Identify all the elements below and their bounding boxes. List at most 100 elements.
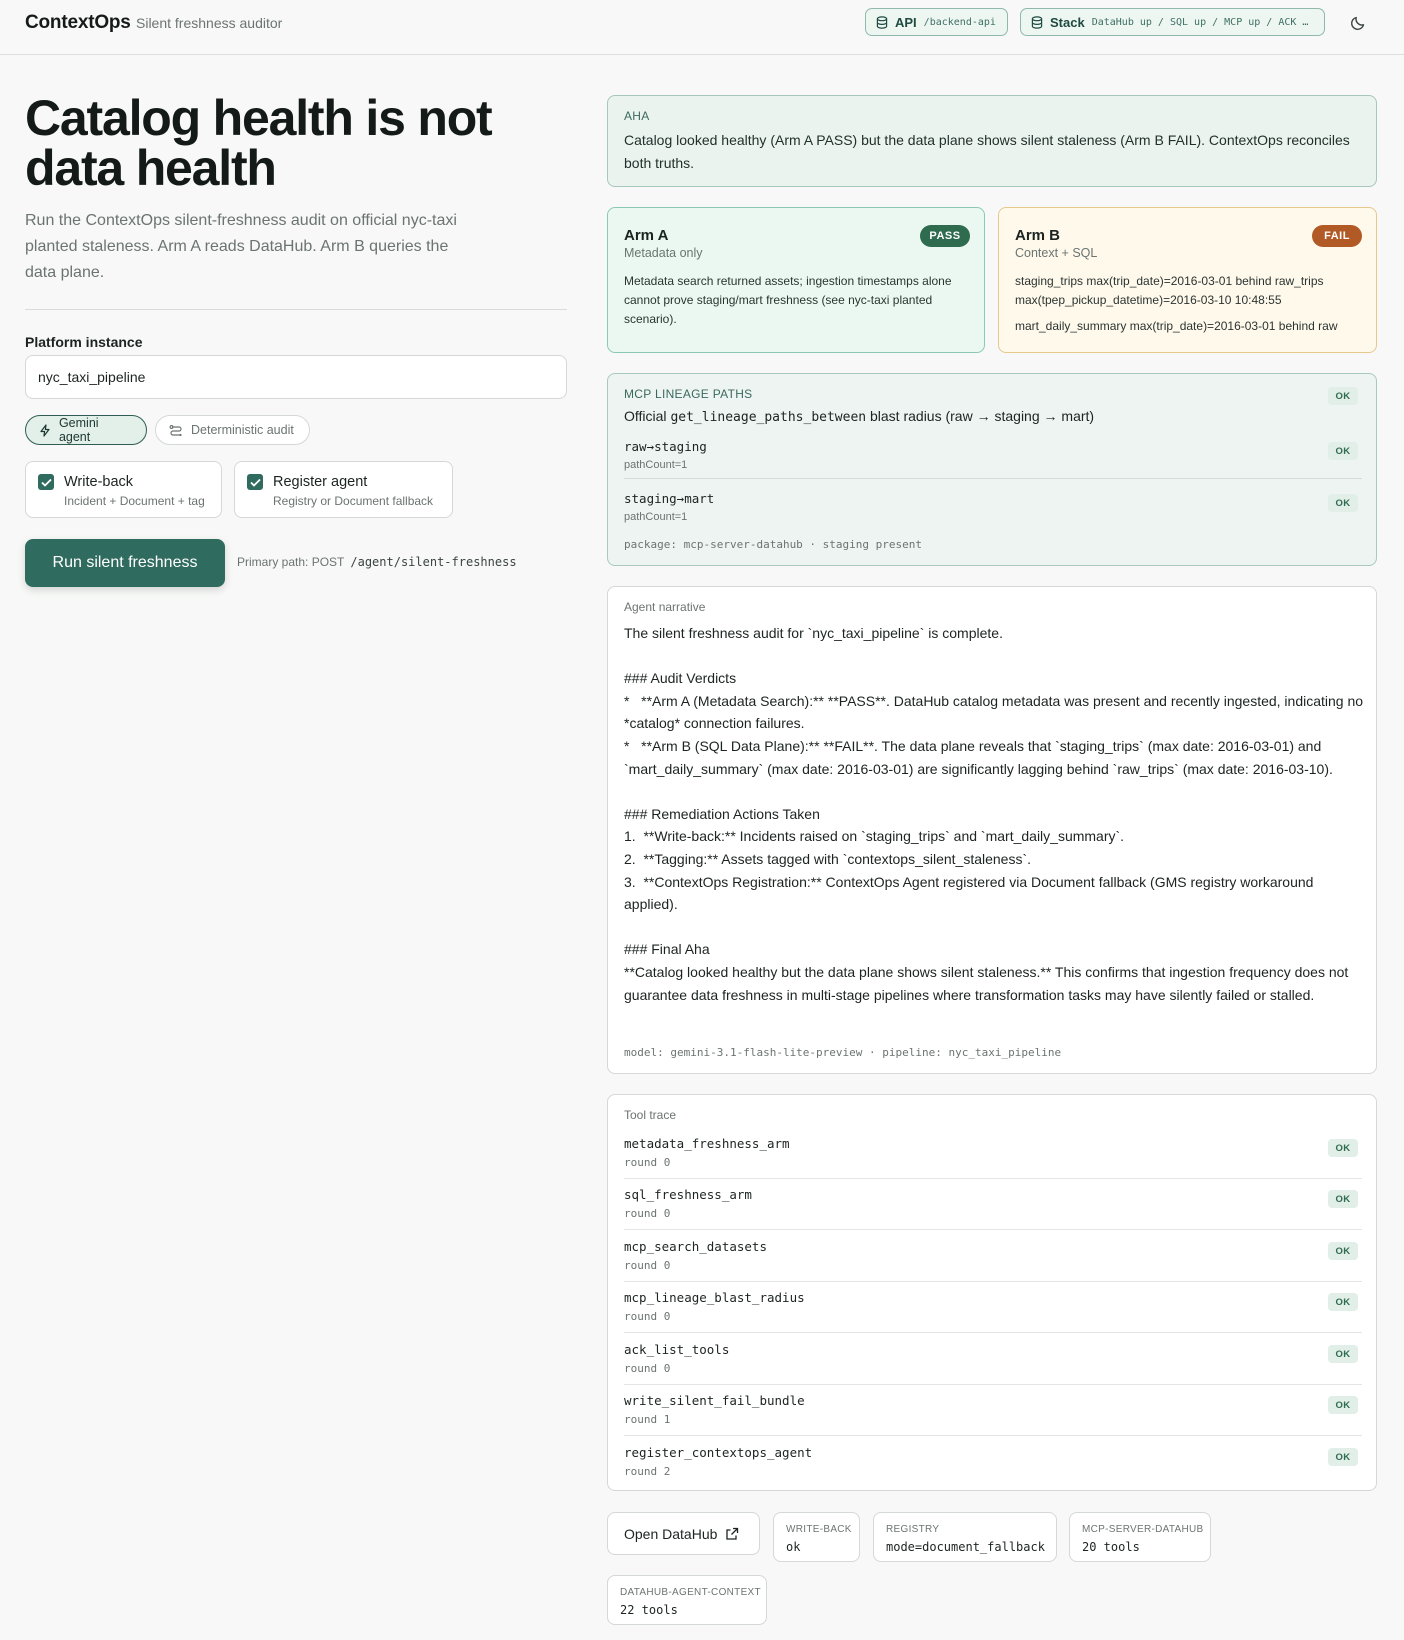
arm-a-text: Metadata search returned assets; ingesti…: [624, 274, 952, 326]
page-title: Catalog health is not data health: [25, 90, 493, 196]
write-back-subtitle: Incident + Document + tag: [64, 494, 205, 508]
registry-tile: REGISTRY mode=document_fallback: [873, 1512, 1057, 1562]
brand-subtitle: Silent freshness auditor: [136, 15, 283, 31]
checkbox-checked-icon[interactable]: [38, 474, 54, 490]
lightning-icon: [40, 423, 50, 437]
status-badge: OK: [1328, 494, 1358, 512]
write-back-title: Write-back: [64, 474, 134, 490]
narrative-body: The silent freshness audit for `nyc_taxi…: [624, 625, 1364, 1003]
status-badge: OK: [1328, 1190, 1358, 1208]
arm-b-card: Arm B Context + SQL FAIL staging_trips m…: [998, 207, 1377, 353]
mode-gemini-label: Gemini agent: [58, 416, 99, 444]
arm-b-title: Arm B: [1015, 227, 1061, 244]
open-datahub-button[interactable]: Open DataHub: [607, 1512, 760, 1555]
trace-round: round 1: [624, 1413, 671, 1426]
divider: [624, 478, 1362, 479]
register-agent-checkbox[interactable]: Register agent Registry or Document fall…: [234, 461, 453, 518]
status-badge: OK: [1328, 387, 1358, 405]
mode-deterministic-audit[interactable]: Deterministic audit: [155, 415, 310, 445]
primary-path-value: /agent/silent-freshness: [350, 555, 517, 569]
lineage-row: raw→staging pathCount=1 OK: [624, 439, 1362, 489]
divider: [624, 1384, 1362, 1385]
moon-icon[interactable]: [1349, 12, 1369, 32]
tile-key: MCP-SERVER-DATAHUB: [1082, 1524, 1204, 1535]
mcp-server-datahub-tile: MCP-SERVER-DATAHUB 20 tools: [1069, 1512, 1211, 1562]
database-icon: [876, 15, 888, 29]
register-agent-title: Register agent: [273, 474, 368, 490]
aha-card: AHA Catalog looked healthy (Arm A PASS) …: [607, 95, 1377, 187]
write-back-checkbox[interactable]: Write-back Incident + Document + tag: [25, 461, 222, 518]
arm-a-title: Arm A: [624, 227, 669, 244]
lineage-heading: MCP LINEAGE PATHS: [624, 387, 753, 401]
trace-row: metadata_freshness_arm round 0 OK: [624, 1136, 1362, 1188]
divider: [624, 1435, 1362, 1436]
arm-a-card: Arm A Metadata only PASS Metadata search…: [607, 207, 985, 353]
checkbox-checked-icon[interactable]: [247, 474, 263, 490]
narrative-footer: model: gemini-3.1-flash-lite-preview · p…: [624, 1046, 1062, 1059]
trace-row: mcp_lineage_blast_radius round 0 OK: [624, 1290, 1362, 1342]
fail-badge: FAIL: [1312, 225, 1362, 247]
lineage-row-count: pathCount=1: [624, 459, 688, 471]
tool-trace-card: Tool trace metadata_freshness_arm round …: [607, 1094, 1377, 1491]
trace-round: round 0: [624, 1156, 671, 1169]
tile-value: ok: [786, 1540, 801, 1554]
trace-heading: Tool trace: [624, 1108, 677, 1122]
lineage-row-count: pathCount=1: [624, 511, 688, 523]
status-badge: OK: [1328, 1242, 1358, 1260]
agent-narrative-card: Agent narrative The silent freshness aud…: [607, 586, 1377, 1074]
lineage-row-name: staging→mart: [624, 491, 715, 506]
run-silent-freshness-button[interactable]: Run silent freshness: [25, 539, 225, 587]
trace-row: ack_list_tools round 0 OK: [624, 1342, 1362, 1394]
stack-value: DataHub up / SQL up / MCP up / ACK …: [1091, 16, 1309, 28]
trace-tool-name: write_silent_fail_bundle: [624, 1393, 805, 1408]
platform-instance-label: Platform instance: [25, 334, 143, 350]
stack-status-pill[interactable]: Stack DataHub up / SQL up / MCP up / ACK…: [1020, 8, 1325, 36]
arm-b-line-2: mart_daily_summary max(trip_date)=2016-0…: [1015, 319, 1338, 333]
brand-logo[interactable]: ContextOps: [25, 12, 131, 34]
lineage-subtitle: Official get_lineage_paths_between blast…: [624, 408, 1094, 425]
narrative-heading: Agent narrative: [624, 600, 706, 614]
route-icon: [169, 425, 182, 436]
mode-gemini-agent[interactable]: Gemini agent: [25, 415, 147, 445]
api-status-pill[interactable]: API /backend-api: [865, 8, 1008, 36]
tile-value: mode=document_fallback: [886, 1540, 1045, 1554]
lineage-row-name: raw→staging: [624, 439, 707, 454]
divider: [624, 1332, 1362, 1333]
tile-key: REGISTRY: [886, 1524, 940, 1535]
trace-tool-name: ack_list_tools: [624, 1342, 730, 1357]
status-badge: OK: [1328, 1396, 1358, 1414]
divider: [624, 1178, 1362, 1179]
trace-round: round 0: [624, 1310, 671, 1323]
status-badge: OK: [1328, 442, 1358, 460]
register-agent-subtitle: Registry or Document fallback: [273, 494, 434, 508]
platform-instance-input[interactable]: [25, 355, 567, 399]
status-badge: OK: [1328, 1139, 1358, 1157]
tile-key: WRITE-BACK: [786, 1524, 852, 1535]
status-badge: OK: [1328, 1293, 1358, 1311]
trace-round: round 0: [624, 1259, 671, 1272]
lineage-row: staging→mart pathCount=1 OK: [624, 491, 1362, 541]
external-link-icon: [726, 1527, 739, 1540]
divider: [25, 309, 567, 310]
trace-tool-name: sql_freshness_arm: [624, 1187, 752, 1202]
pass-badge: PASS: [920, 225, 970, 247]
trace-row: mcp_search_datasets round 0 OK: [624, 1239, 1362, 1291]
arm-a-subtitle: Metadata only: [624, 246, 703, 260]
trace-row: write_silent_fail_bundle round 1 OK: [624, 1393, 1362, 1445]
open-datahub-label: Open DataHub: [624, 1525, 718, 1542]
divider: [624, 1281, 1362, 1282]
aha-heading: AHA: [624, 109, 650, 123]
status-badge: OK: [1328, 1448, 1358, 1466]
api-value: /backend-api: [923, 16, 996, 28]
trace-row: register_contextops_agent round 2 OK: [624, 1445, 1362, 1497]
mode-deterministic-label: Deterministic audit: [191, 423, 294, 437]
page-lead: Run the ContextOps silent-freshness audi…: [25, 212, 457, 281]
write-back-tile: WRITE-BACK ok: [773, 1512, 860, 1562]
top-bar: ContextOps Silent freshness auditor API …: [0, 0, 1404, 55]
tile-value: 20 tools: [1082, 1540, 1140, 1554]
datahub-agent-context-tile: DATAHUB-AGENT-CONTEXT 22 tools: [607, 1575, 767, 1625]
lineage-package: package: mcp-server-datahub · staging pr…: [624, 538, 923, 551]
trace-round: round 2: [624, 1465, 671, 1478]
trace-tool-name: mcp_search_datasets: [624, 1239, 767, 1254]
primary-path-note: Primary path: POST/agent/silent-freshnes…: [237, 555, 517, 569]
